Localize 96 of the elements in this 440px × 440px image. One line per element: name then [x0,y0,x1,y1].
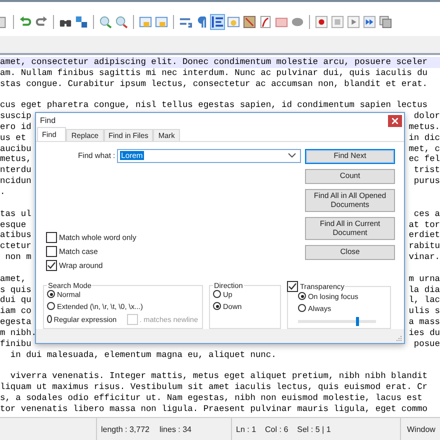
sync-scroll-icon [139,14,152,29]
record-icon [315,14,328,29]
code-line: dolor [414,111,440,122]
radio-button[interactable] [47,315,52,324]
chevron-down-icon [288,153,296,158]
code-line: suscip [0,111,32,122]
code-line: ec fel [408,154,440,166]
checkbox[interactable] [287,280,298,292]
line-ending: Window [407,424,436,434]
function-list-icon [259,14,272,29]
code-line: ulis s [408,306,440,318]
code-line: s quis [0,284,32,296]
code-line: vinar. [408,252,440,263]
code-line: egesta [0,317,32,328]
code-line: amet, consectetur adipiscing elit. Donec condimentum molestie arcu, posuere sceler [0,56,428,68]
radio-button[interactable] [213,302,221,310]
replace-icon [75,14,88,29]
redo-icon [35,14,48,29]
code-line: finibu [0,338,32,350]
line-count: lines : 34 [159,424,192,434]
code-line: am. Nullam finibus sagittis mi nec interdum. Nunc ac pulvinar dui, quis iaculis du [0,68,428,79]
toolbar-button[interactable] [74,14,89,30]
slider-thumb[interactable] [356,316,358,326]
play-icon [347,14,360,29]
checkbox[interactable] [46,232,57,243]
column-number: Col : 6 [265,424,288,434]
toolbar-button[interactable] [210,14,225,30]
code-line: tas ul [0,208,32,220]
radio-button[interactable] [47,290,55,298]
save-macro-icon [379,14,392,29]
dialog-title: Find [40,116,56,126]
code-line: tor venenatis libero massa non ligula. Praesent pulvinar mauris ligula, eget commo [0,404,428,415]
code-line: atibus [0,230,32,242]
toolbar-button[interactable] [378,14,393,30]
code-line: in dui malesuada, elementum magna eu, aliquet nunc. [9,350,276,361]
code-line: rabitu [408,241,440,252]
code-line: iam co [0,306,32,318]
code-line: viverra venenatis. Integer mattis, metus eget aliquet pretium, nibh nibh blandit [9,371,428,382]
pilcrow-icon [195,14,208,29]
stop-icon [331,14,344,29]
code-line: erdiet [408,230,440,242]
code-line: la dia [408,284,440,296]
undo-icon [19,14,32,29]
code-line: metus, [0,154,32,166]
close-button[interactable] [388,114,402,127]
code-line: ctetur [0,241,32,252]
sync-scroll-icon [155,14,168,29]
code-line: aucibu [0,144,32,154]
code-line: amet, [0,274,26,285]
code-line: dui qu [0,295,32,306]
code-line: us et [0,132,26,144]
code-line: ero id [0,122,32,133]
radio-button[interactable] [47,302,55,310]
toolbar-button[interactable] [314,14,329,30]
code-line: met, c [408,144,440,154]
code-line: . [0,187,6,198]
radio-button[interactable] [213,290,221,298]
code-line: ies du [408,328,440,339]
code-line: nterdu [0,165,32,176]
zoom-out-icon [115,14,128,29]
code-line: purus [414,176,440,188]
code-line: in dic [408,132,440,144]
code-line: m nibh. [0,328,36,339]
checkbox[interactable] [46,246,57,257]
fold-icon [227,14,240,29]
code-line: stas congue. Curabitur ipsum lectus, consectetur ac accumsan non, blandit et erat. [0,78,428,90]
document-map-icon [243,14,256,29]
code-line: ncidun [0,176,32,188]
code-line: a mass [408,317,440,328]
code-line: esque [0,220,26,230]
code-line: trist [414,165,440,176]
line-number: Ln : 1 [236,424,256,434]
length-count: length : 3,772 [101,424,150,434]
toolbar-button[interactable] [242,14,257,30]
code-line: ces a [414,208,440,220]
code-line: metus. [408,122,440,133]
radio-button[interactable] [298,292,306,300]
checkbox[interactable] [46,260,57,271]
toolbar-button[interactable] [114,14,129,30]
code-line: liquam ut maximus risus. Vestibulum sit amet iaculis lectus, quis euismod erat. Cr [0,382,428,394]
selection-count: Sel : 5 | 1 [297,424,331,434]
indent-guide-icon [211,14,224,29]
close-icon [392,118,398,124]
toolbar-button[interactable] [258,14,273,30]
code-line: cus eget pharetra congue, nisl tellus egestas sapien, id condimentum sapien lectus [0,100,428,112]
code-line: s, a sodales odio efficitur ut. Nam egestas, nibh non euismod molestie, lacus est [0,393,422,404]
resize-grip-icon [396,335,402,341]
code-line: l, lac [408,295,440,306]
code-line: non m [4,252,32,263]
radio-button[interactable] [298,304,306,312]
zoom-in-icon [99,14,112,29]
code-line: m urna [408,274,440,285]
toolbar-button[interactable] [362,14,377,30]
fast-forward-icon [363,14,376,29]
code-line: posue [414,338,440,350]
code-line: at tor [408,220,440,230]
